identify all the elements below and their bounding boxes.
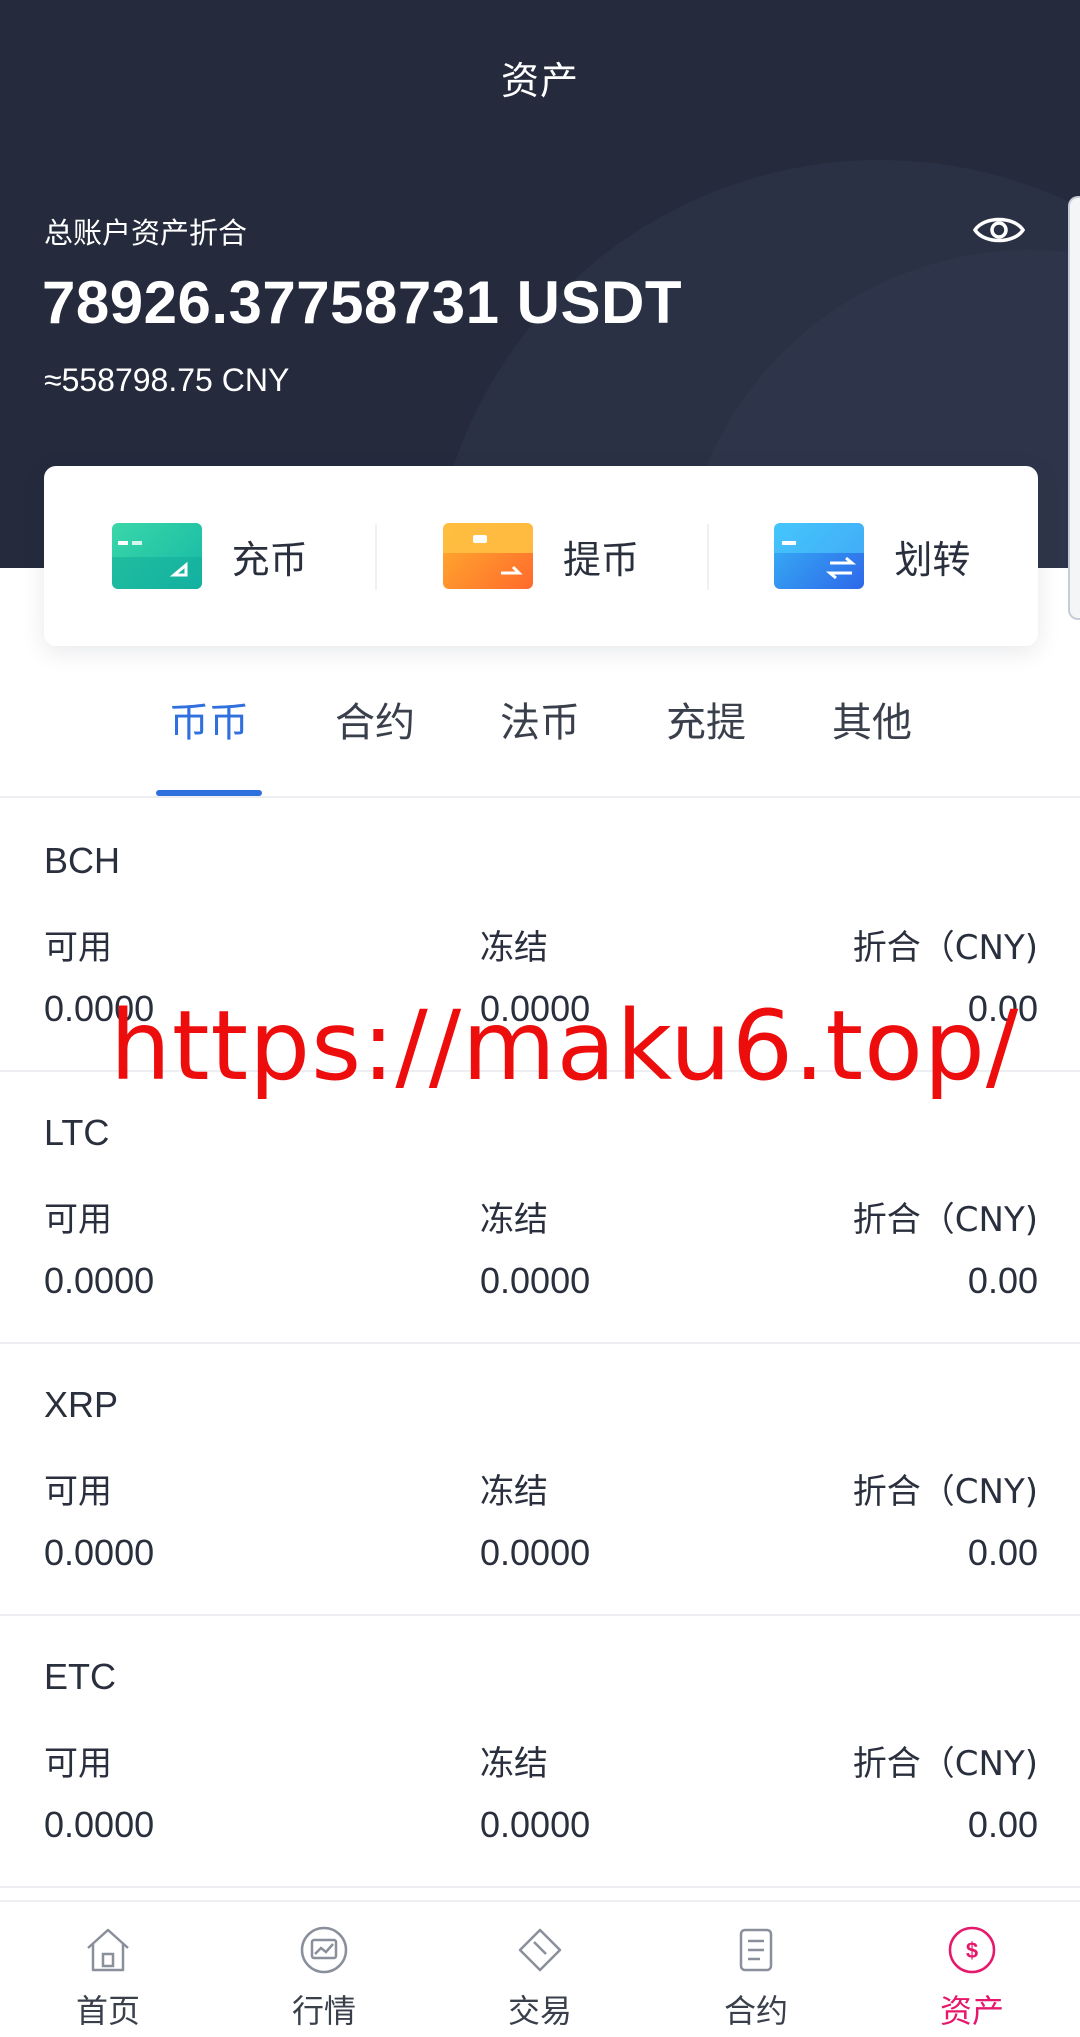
nav-trade[interactable]: 交易 — [432, 1902, 648, 2037]
trade-diamond-icon — [518, 1928, 562, 1972]
tab-fiat[interactable]: 法币 — [485, 690, 595, 748]
frozen-header: 冻结 — [480, 1744, 548, 1784]
transfer-button[interactable]: 划转 — [706, 466, 1038, 646]
market-chart-icon — [300, 1926, 348, 1974]
svg-text:$: $ — [966, 1938, 978, 1963]
deposit-button[interactable]: 充币 — [44, 466, 375, 646]
tab-active-indicator — [156, 790, 262, 796]
page-title: 资产 — [500, 59, 579, 103]
value-header: 折合（CNY) — [852, 1200, 1038, 1240]
value-header: 折合（CNY) — [852, 1744, 1038, 1784]
watermark-url: https://maku6.top/ — [110, 990, 1020, 1102]
assets-dollar-icon: $ — [948, 1926, 996, 1974]
total-assets-value: 78926.37758731 USDT — [42, 269, 682, 336]
nav-trade-label: 交易 — [507, 1992, 572, 2030]
coin-name: LTC — [44, 1112, 110, 1153]
nav-assets-label: 资产 — [939, 1992, 1004, 2030]
tab-other[interactable]: 其他 — [817, 690, 927, 748]
nav-home-label: 首页 — [75, 1992, 140, 2030]
tab-deposit-withdraw[interactable]: 充提 — [651, 690, 761, 748]
nav-home[interactable]: 首页 — [0, 1902, 216, 2037]
cny-value: 0.00 — [967, 1804, 1038, 1845]
frozen-value: 0.0000 — [480, 1804, 591, 1845]
asset-tabs: 币币 合约 法币 充提 其他 — [0, 676, 1080, 798]
tab-spot[interactable]: 币币 — [154, 690, 264, 748]
bottom-nav: 首页 行情 交易 合约 $ 资产 — [0, 1900, 1080, 2037]
value-header: 折合（CNY) — [852, 928, 1038, 968]
tab-contract[interactable]: 合约 — [320, 690, 430, 748]
asset-row[interactable]: LTC 可用 冻结 折合（CNY) 0.0000 0.0000 0.00 — [0, 1072, 1080, 1344]
value-header: 折合（CNY) — [852, 1472, 1038, 1512]
coin-name: XRP — [44, 1384, 119, 1425]
action-card: 充币 提币 划转 — [44, 466, 1038, 646]
asset-row[interactable]: ETC 可用 冻结 折合（CNY) 0.0000 0.0000 0.00 — [0, 1616, 1080, 1888]
home-icon — [87, 1928, 129, 1972]
transfer-card-icon — [774, 523, 865, 589]
available-header: 可用 — [44, 928, 112, 968]
cny-value: 0.00 — [967, 1260, 1038, 1301]
frozen-header: 冻结 — [480, 1200, 548, 1240]
transfer-label: 划转 — [894, 537, 971, 582]
withdraw-button[interactable]: 提币 — [375, 466, 706, 646]
nav-assets[interactable]: $ 资产 — [864, 1902, 1080, 2037]
total-assets-cny: ≈558798.75 CNY — [44, 362, 290, 398]
nav-market-label: 行情 — [291, 1992, 356, 2030]
nav-market[interactable]: 行情 — [216, 1902, 432, 2037]
frozen-value: 0.0000 — [480, 1260, 591, 1301]
available-value: 0.0000 — [44, 1532, 155, 1573]
frozen-header: 冻结 — [480, 928, 548, 968]
available-header: 可用 — [44, 1200, 112, 1240]
frozen-value: 0.0000 — [480, 1532, 591, 1573]
deposit-card-icon — [111, 523, 202, 589]
available-header: 可用 — [44, 1744, 112, 1784]
nav-contract-label: 合约 — [723, 1992, 788, 2030]
available-value: 0.0000 — [44, 1260, 155, 1301]
eye-icon[interactable] — [972, 208, 1026, 252]
available-header: 可用 — [44, 1472, 112, 1512]
contract-document-icon — [739, 1928, 773, 1972]
withdraw-label: 提币 — [562, 537, 639, 582]
withdraw-wallet-icon — [442, 523, 533, 589]
deposit-label: 充币 — [231, 537, 308, 582]
total-assets-label: 总账户资产折合 — [44, 216, 248, 250]
asset-row[interactable]: XRP 可用 冻结 折合（CNY) 0.0000 0.0000 0.00 — [0, 1344, 1080, 1616]
coin-name: BCH — [44, 840, 121, 881]
nav-contract[interactable]: 合约 — [648, 1902, 864, 2037]
frozen-header: 冻结 — [480, 1472, 548, 1512]
available-value: 0.0000 — [44, 1804, 155, 1845]
scrollbar[interactable] — [1068, 196, 1080, 620]
cny-value: 0.00 — [967, 1532, 1038, 1573]
coin-name: ETC — [44, 1656, 116, 1697]
